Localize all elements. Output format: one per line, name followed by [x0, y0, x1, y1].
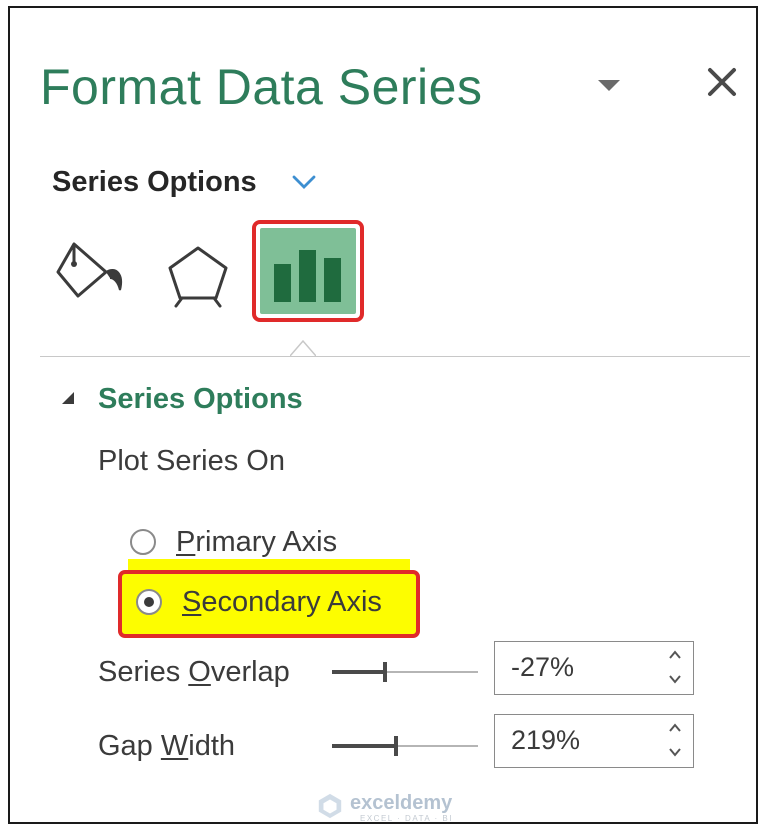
- gap-width-slider[interactable]: [332, 736, 478, 756]
- paint-bucket-icon: [56, 242, 122, 298]
- gap-width-spinbox[interactable]: 219%: [494, 714, 694, 768]
- collapse-triangle-icon[interactable]: [62, 392, 74, 404]
- series-overlap-label: Series Overlap: [98, 656, 290, 688]
- close-icon[interactable]: [704, 64, 740, 100]
- tabs-separator: [40, 356, 750, 357]
- watermark-tagline: EXCEL · DATA · BI: [360, 814, 453, 823]
- tab-effects[interactable]: [166, 244, 230, 308]
- exceldemy-watermark: exceldemy EXCEL · DATA · BI: [316, 792, 476, 823]
- tab-fill-line[interactable]: [54, 232, 128, 306]
- radio-checked-icon: [136, 589, 162, 615]
- spin-down-icon[interactable]: [665, 670, 685, 688]
- primary-axis-label: Primary Axis: [176, 526, 338, 558]
- slider-fill: [332, 670, 385, 674]
- exceldemy-logo-icon: [318, 793, 342, 819]
- format-pane: Format Data Series Series Options Series…: [8, 6, 758, 824]
- series-options-menu-label[interactable]: Series Options: [52, 166, 257, 199]
- series-overlap-spinbox[interactable]: -27%: [494, 641, 694, 695]
- watermark-brand: exceldemy: [350, 792, 453, 814]
- series-options-group-header[interactable]: Series Options: [98, 383, 303, 416]
- series-overlap-slider[interactable]: [332, 662, 478, 682]
- tab-series-options-bg: [260, 228, 356, 314]
- spin-up-icon[interactable]: [665, 646, 685, 664]
- plot-series-on-label: Plot Series On: [98, 445, 285, 477]
- slider-thumb[interactable]: [394, 736, 398, 756]
- task-pane-options-icon[interactable]: [598, 80, 620, 91]
- tab-series-options[interactable]: [252, 220, 364, 322]
- gap-width-value[interactable]: 219%: [511, 725, 580, 756]
- spin-down-icon[interactable]: [665, 743, 685, 761]
- slider-thumb[interactable]: [383, 662, 387, 682]
- slider-fill: [332, 744, 396, 748]
- gap-width-label: Gap Width: [98, 730, 236, 762]
- pane-title: Format Data Series: [40, 59, 483, 115]
- series-overlap-value[interactable]: -27%: [511, 652, 574, 683]
- spin-up-icon[interactable]: [665, 719, 685, 737]
- bar-chart-icon: [274, 250, 341, 302]
- pentagon-icon: [168, 246, 228, 308]
- secondary-axis-label: Secondary Axis: [182, 586, 382, 618]
- radio-unchecked-icon: [130, 529, 156, 555]
- chevron-down-icon[interactable]: [290, 170, 318, 194]
- selected-tab-pointer: [290, 339, 316, 357]
- radio-dot: [144, 597, 154, 607]
